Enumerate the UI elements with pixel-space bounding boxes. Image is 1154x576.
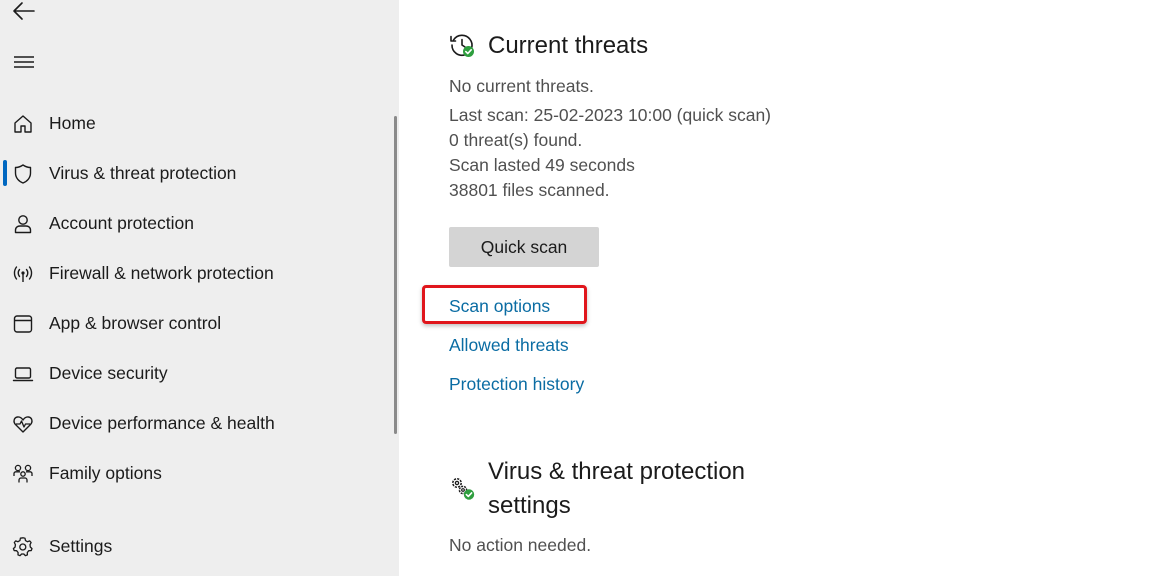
sidebar-item-home[interactable]: Home [0,103,390,143]
threats-found-text: 0 threat(s) found. [449,130,583,150]
scan-duration-text: Scan lasted 49 seconds [449,155,635,175]
scan-options-link[interactable]: Scan options [449,294,550,318]
sidebar-item-label: Home [49,113,96,133]
browser-window-icon [12,313,34,335]
sidebar-scrollbar[interactable] [394,116,397,434]
family-icon [12,463,34,485]
hamburger-icon [14,56,34,68]
shield-icon [12,163,34,185]
history-check-icon [448,31,476,59]
main-content: Current threats No current threats. Last… [399,0,1154,576]
active-indicator [3,160,7,186]
laptop-icon [12,363,34,385]
gear-icon [12,536,34,558]
antenna-icon [12,263,34,285]
sidebar-item-family-options[interactable]: Family options [0,453,390,493]
sidebar-item-app-browser-control[interactable]: App & browser control [0,303,390,343]
hamburger-menu-button[interactable] [12,52,36,72]
sidebar-item-label: App & browser control [49,313,222,333]
settings-section-title-line2: settings [488,492,571,519]
sidebar-item-label: Settings [49,536,113,556]
threat-status-text: No current threats. [449,76,594,96]
allowed-threats-link[interactable]: Allowed threats [449,333,569,357]
sidebar-item-firewall[interactable]: Firewall & network protection [0,253,390,293]
last-scan-text: Last scan: 25-02-2023 10:00 (quick scan) [449,105,771,125]
sidebar-item-label: Family options [49,463,162,483]
sidebar-item-virus-threat-protection[interactable]: Virus & threat protection [0,153,390,193]
sidebar-item-label: Virus & threat protection [49,163,237,183]
sidebar-item-label: Firewall & network protection [49,263,274,283]
sidebar-item-device-performance[interactable]: Device performance & health [0,403,390,443]
quick-scan-button[interactable]: Quick scan [449,227,599,267]
sidebar-item-settings[interactable]: Settings [0,526,390,566]
settings-section-title-line1: Virus & threat protection [488,458,746,485]
current-threats-title: Current threats [488,32,649,59]
sidebar-item-label: Device security [49,363,168,383]
home-icon [12,113,34,135]
settings-status-text: No action needed. [449,535,592,555]
settings-gears-check-icon [449,475,477,503]
sidebar: Home Virus & threat protection Account p… [0,0,399,576]
back-arrow-icon [13,2,35,20]
files-scanned-text: 38801 files scanned. [449,180,610,200]
person-icon [12,213,34,235]
protection-history-link[interactable]: Protection history [449,372,584,396]
sidebar-item-label: Account protection [49,213,194,233]
sidebar-item-device-security[interactable]: Device security [0,353,390,393]
sidebar-item-account-protection[interactable]: Account protection [0,203,390,243]
heart-pulse-icon [12,413,34,435]
sidebar-item-label: Device performance & health [49,413,275,433]
back-button[interactable] [10,0,38,24]
